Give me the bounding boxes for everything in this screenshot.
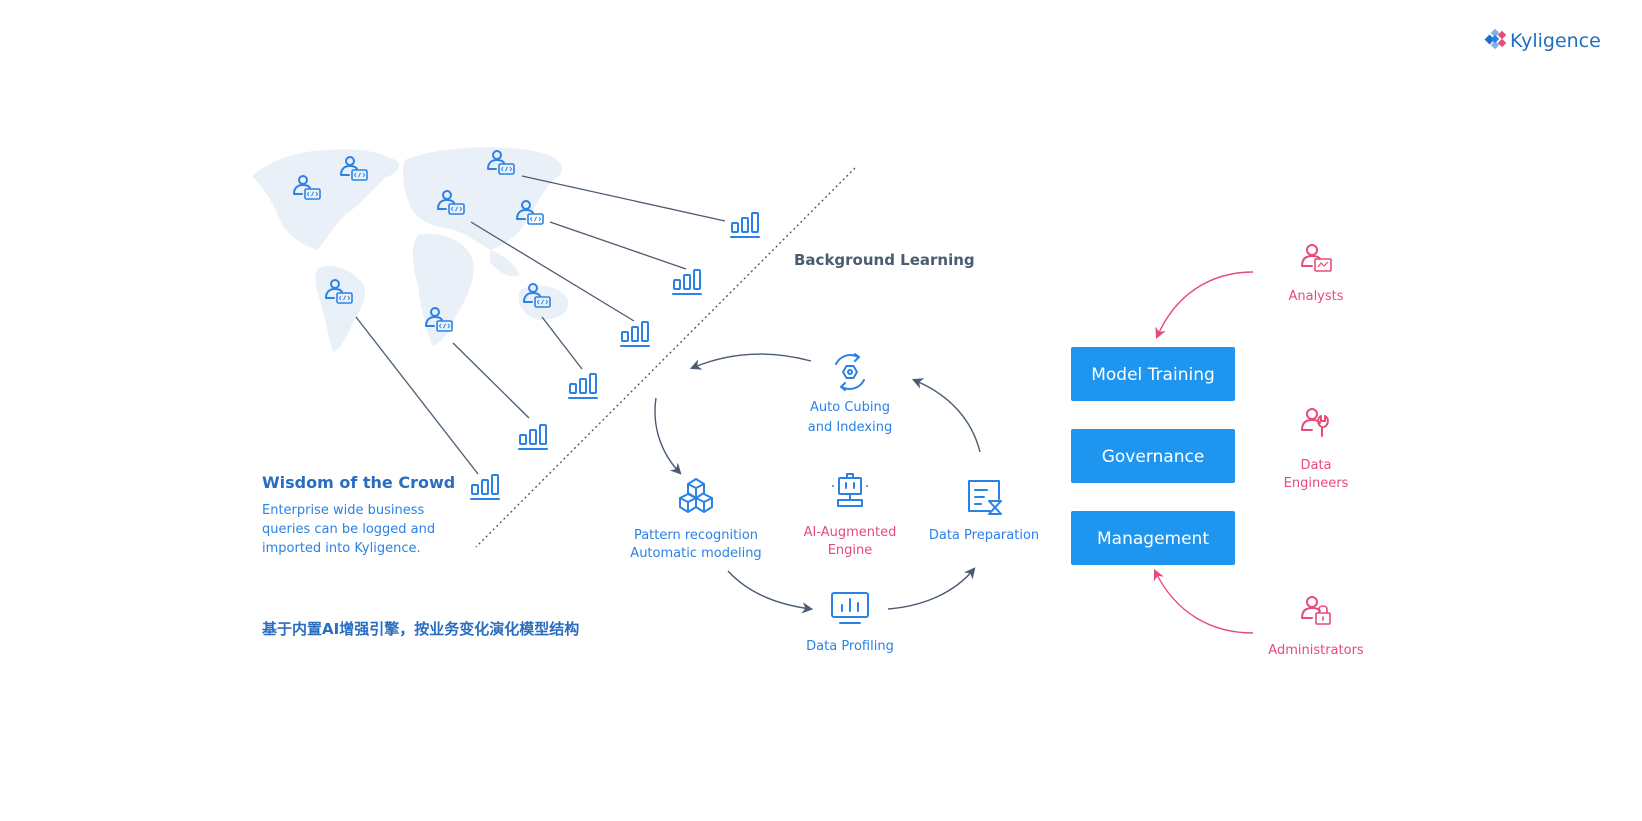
chinese-caption: 基于内置AI增强引擎，按业务变化演化模型结构 — [261, 620, 579, 638]
analyst-icon — [1301, 244, 1332, 272]
box-label: Governance — [1102, 447, 1205, 467]
wisdom-desc-3: imported into Kyligence. — [262, 541, 421, 556]
cubes-icon — [679, 478, 713, 513]
admin-icon — [1301, 596, 1331, 625]
robot-icon — [832, 473, 868, 507]
wisdom-title: Wisdom of the Crowd — [262, 473, 455, 492]
logo-text: Kyligence — [1510, 30, 1601, 52]
role-data-engineers-2: Engineers — [1284, 476, 1349, 491]
step-pattern-1: Pattern recognition — [634, 528, 758, 543]
role-administrators: Administrators — [1268, 643, 1364, 658]
role-data-engineers-1: Data — [1300, 458, 1331, 473]
box-governance: Governance — [1071, 429, 1235, 483]
bar-chart-icon — [518, 424, 548, 450]
diagram: Kyligence Background Learning Wisdom of … — [252, 28, 1601, 658]
box-model-training: Model Training — [1071, 347, 1235, 401]
box-management: Management — [1071, 511, 1235, 565]
kyligence-logo: Kyligence — [1484, 28, 1601, 52]
chart-icons — [470, 212, 760, 500]
gear-refresh-icon — [835, 353, 865, 391]
step-auto-cubing-1: Auto Cubing — [810, 400, 890, 415]
bar-chart-icon — [620, 321, 650, 347]
step-pattern-2: Automatic modeling — [630, 546, 761, 561]
bar-chart-icon — [672, 269, 702, 295]
bar-chart-icon — [730, 212, 760, 238]
box-label: Management — [1097, 529, 1209, 549]
engineer-icon — [1301, 408, 1329, 437]
bar-chart-icon — [568, 373, 598, 399]
analysts-arrow — [1155, 271, 1254, 340]
bar-chart-icon — [470, 474, 500, 500]
engine-label-2: Engine — [828, 543, 873, 558]
cycle-arrows — [654, 353, 981, 614]
step-auto-cubing-2: and Indexing — [808, 420, 892, 435]
wisdom-desc-2: queries can be logged and — [262, 522, 435, 537]
step-data-prep: Data Preparation — [929, 528, 1039, 543]
monitor-chart-icon — [831, 592, 869, 624]
document-hourglass-icon — [968, 480, 1002, 515]
admins-arrow — [1153, 568, 1254, 634]
wisdom-desc-1: Enterprise wide business — [262, 503, 425, 518]
step-data-profiling: Data Profiling — [806, 639, 894, 654]
engine-label-1: AI-Augmented — [804, 525, 897, 540]
background-learning-label: Background Learning — [794, 251, 975, 269]
box-label: Model Training — [1091, 365, 1215, 385]
role-analysts: Analysts — [1288, 289, 1343, 304]
